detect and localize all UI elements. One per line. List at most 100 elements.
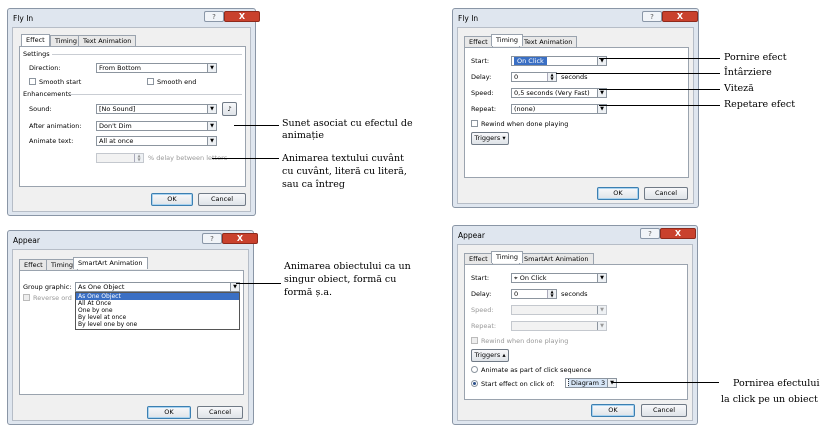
repeat-dropdown[interactable]: (none) ▼	[511, 104, 607, 114]
close-button[interactable]: X	[662, 11, 698, 22]
triggers-button[interactable]: Triggers ▴	[471, 349, 509, 362]
direction-dropdown[interactable]: From Bottom ▼	[96, 63, 217, 73]
tab-effect[interactable]: Effect	[464, 36, 493, 47]
chevron-down-icon: ▼	[597, 274, 606, 282]
rewind-label: Rewind when done playing	[481, 120, 569, 128]
smooth-end-label: Smooth end	[157, 78, 197, 86]
divider	[52, 54, 242, 55]
animate-text-dropdown[interactable]: All at once ▼	[96, 136, 217, 146]
help-button[interactable]: ?	[202, 233, 222, 244]
diagram-value: Diagram 3	[568, 379, 609, 387]
sound-dropdown[interactable]: [No Sound] ▼	[96, 104, 217, 114]
delay-spinner[interactable]: 0 ▲ ▼	[511, 289, 557, 299]
after-animation-dropdown[interactable]: Don't Dim ▼	[96, 121, 217, 131]
start-label: Start:	[471, 57, 490, 65]
trigger-object-dropdown[interactable]: Diagram 3 ▼	[565, 378, 617, 388]
delay-value: 0	[514, 73, 519, 81]
rewind-checkbox[interactable]	[471, 337, 478, 344]
help-button[interactable]: ?	[642, 11, 662, 22]
annotation-repeat: Repetare efect	[724, 99, 796, 110]
pointer-line	[236, 283, 281, 284]
chevron-down-icon: ▼	[607, 379, 616, 387]
tab-effect[interactable]: Effect	[21, 34, 50, 46]
cancel-button[interactable]: Cancel	[198, 193, 246, 206]
appear-timing-dialog: Appear ? X Effect Timing SmartArt Animat…	[452, 225, 698, 425]
close-button[interactable]: X	[222, 233, 258, 244]
pointer-line	[234, 125, 279, 126]
group-graphic-dropdown[interactable]: As One Object ▼	[75, 282, 240, 292]
annotation-animate-text: Animarea textului cuvânt	[282, 153, 404, 164]
tab-text-animation[interactable]: Text Animation	[519, 36, 578, 47]
pointer-line	[599, 105, 720, 106]
chevron-down-icon: ▼	[207, 137, 216, 145]
tab-smartart-animation[interactable]: SmartArt Animation	[519, 253, 594, 264]
delay-unit: seconds	[561, 290, 588, 298]
annotation-start: Pornire efect	[724, 52, 787, 63]
close-button[interactable]: X	[660, 228, 696, 239]
effect-panel: Settings Direction: From Bottom ▼ Smooth …	[19, 46, 246, 187]
tab-timing[interactable]: Timing	[491, 251, 523, 263]
rewind-label: Rewind when done playing	[481, 337, 569, 345]
start-dropdown[interactable]: On Click ▼	[511, 56, 607, 66]
letter-delay-spinner[interactable]: ▲ ▼	[96, 153, 144, 163]
animate-sequence-radio[interactable]	[471, 366, 478, 373]
speaker-icon[interactable]: ♪	[222, 102, 237, 116]
timing-panel: Start: On Click ▼ Delay: 0 ▲ ▼ seconds Spee…	[464, 47, 689, 178]
tab-timing[interactable]: Timing	[491, 34, 523, 46]
start-on-click-radio[interactable]	[471, 380, 478, 387]
delay-spinner[interactable]: 0 ▲ ▼	[511, 72, 557, 82]
ok-button[interactable]: OK	[591, 404, 635, 417]
timing-panel: Start: ⌖ On Click ▼ Delay: 0 ▲ ▼ seconds Sp…	[464, 264, 688, 400]
speed-dropdown[interactable]: 0,5 seconds (Very Fast) ▼	[511, 88, 607, 98]
rewind-checkbox[interactable]	[471, 120, 478, 127]
chevron-down-icon: ▼	[597, 322, 606, 330]
help-button[interactable]: ?	[204, 11, 224, 22]
spinner-arrows-icon: ▲ ▼	[547, 73, 556, 81]
appear-smartart-dialog: Appear ? X Effect Timing SmartArt Animat…	[7, 230, 258, 425]
direction-value: From Bottom	[99, 64, 142, 72]
dialog-title: Fly In	[458, 14, 479, 23]
title-bar: Fly In ? X	[8, 9, 260, 26]
spinner-arrows-icon: ▲ ▼	[547, 290, 556, 298]
annotation-trigger: Pornirea efectului	[733, 378, 820, 389]
chevron-down-icon: ▼	[230, 283, 239, 291]
triggers-button[interactable]: Triggers ▾	[471, 132, 509, 145]
cancel-button[interactable]: Cancel	[641, 404, 687, 417]
chevron-down-icon: ▼	[597, 105, 606, 113]
delay-unit: seconds	[561, 73, 588, 81]
smooth-start-checkbox[interactable]	[29, 78, 36, 85]
tab-smartart-animation[interactable]: SmartArt Animation	[73, 257, 148, 269]
ok-button[interactable]: OK	[597, 187, 639, 200]
repeat-dropdown[interactable]: ▼	[511, 321, 607, 331]
reverse-order-checkbox[interactable]	[23, 294, 30, 301]
tab-effect[interactable]: Effect	[464, 253, 493, 264]
cancel-button[interactable]: Cancel	[197, 406, 243, 419]
option-all-at-once[interactable]: All At Once	[76, 300, 239, 307]
group-graphic-value: As One Object	[78, 283, 125, 291]
option-as-one-object[interactable]: As One Object	[76, 293, 239, 300]
chevron-down-icon: ▼	[207, 105, 216, 113]
start-dropdown[interactable]: ⌖ On Click ▼	[511, 273, 607, 283]
cancel-button[interactable]: Cancel	[644, 187, 688, 200]
smooth-end-checkbox[interactable]	[147, 78, 154, 85]
help-button[interactable]: ?	[640, 228, 660, 239]
title-bar: Appear ? X	[453, 226, 697, 243]
tab-text-animation[interactable]: Text Animation	[78, 35, 137, 46]
tab-effect[interactable]: Effect	[19, 259, 48, 270]
group-graphic-options: As One Object All At Once One by one By …	[75, 292, 240, 330]
animate-text-label: Animate text:	[29, 137, 74, 145]
chevron-down-icon: ▼	[597, 89, 606, 97]
ok-button[interactable]: OK	[147, 406, 191, 419]
delay-label: Delay:	[471, 73, 492, 81]
pointer-line	[556, 73, 720, 74]
chevron-down-icon: ▾	[502, 134, 506, 142]
option-one-by-one[interactable]: One by one	[76, 307, 239, 314]
dialog-body: Effect Timing Text Animation Settings Di…	[12, 27, 251, 212]
speed-dropdown[interactable]: ▼	[511, 305, 607, 315]
option-by-level-one-by-one[interactable]: By level one by one	[76, 321, 239, 328]
chevron-down-icon: ▼	[597, 306, 606, 314]
option-by-level-at-once[interactable]: By level at once	[76, 314, 239, 321]
ok-button[interactable]: OK	[151, 193, 193, 206]
close-button[interactable]: X	[224, 11, 260, 22]
annotation-sound: Sunet asociat cu efectul de	[282, 118, 413, 129]
